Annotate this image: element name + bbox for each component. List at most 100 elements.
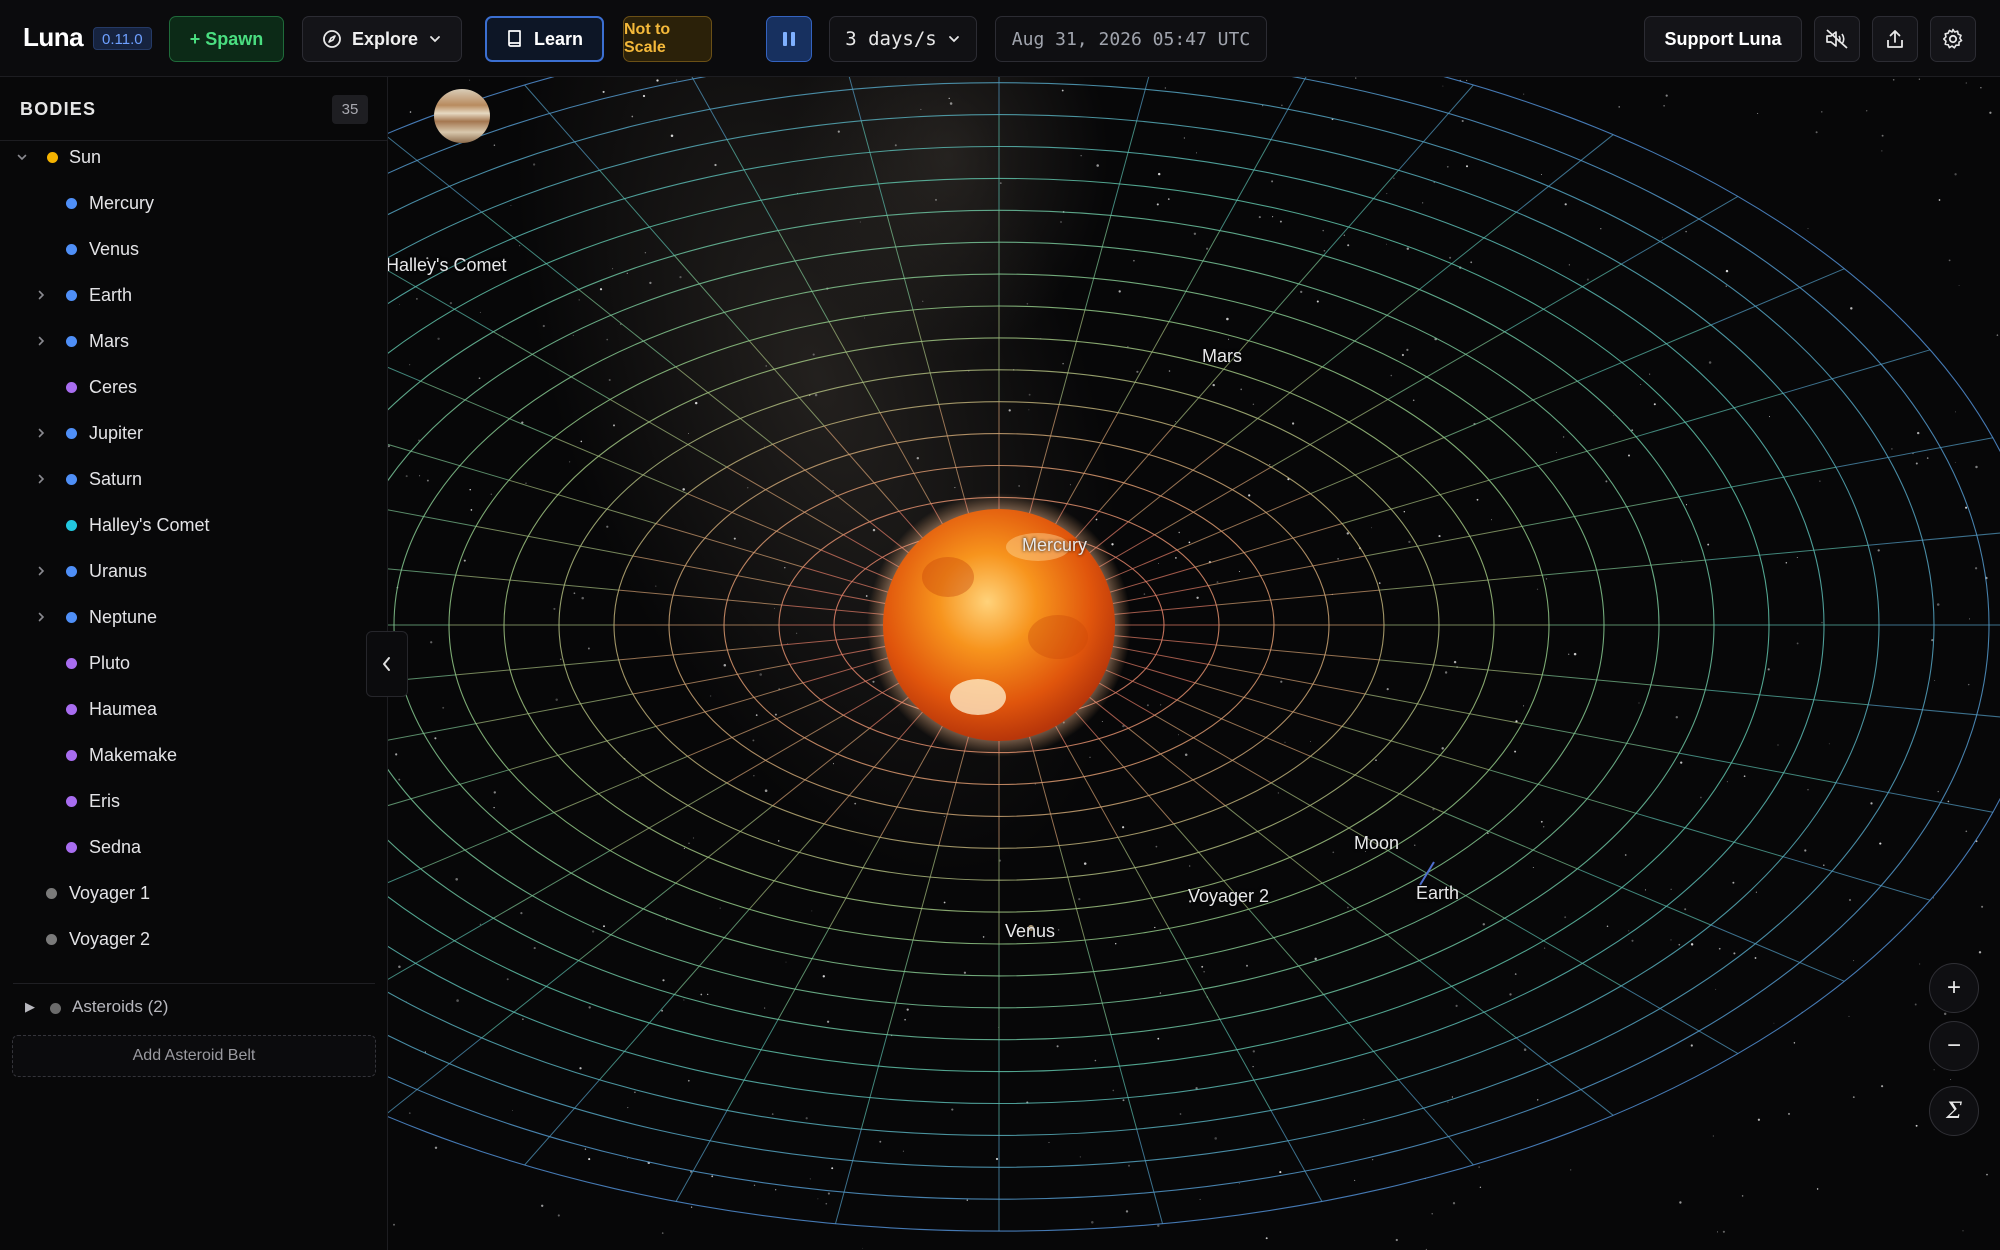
collapse-sidebar-button[interactable] <box>366 631 408 697</box>
solar-system-scene[interactable] <box>388 77 2000 1250</box>
body-color-dot <box>66 658 77 669</box>
tree-row[interactable]: Mercury <box>0 183 388 223</box>
label-earth[interactable]: Earth <box>1416 883 1459 904</box>
share-button[interactable] <box>1872 16 1918 62</box>
share-icon <box>1887 30 1903 48</box>
jupiter-body[interactable] <box>434 89 490 143</box>
gear-icon <box>1943 28 1963 49</box>
support-button[interactable]: Support Luna <box>1644 16 1802 62</box>
body-color-dot <box>66 244 77 255</box>
body-color-dot <box>66 198 77 209</box>
tree-row[interactable]: Neptune <box>0 597 388 637</box>
tree-row[interactable]: Sedna <box>0 827 388 867</box>
body-name: Neptune <box>89 607 158 627</box>
body-color-dot <box>66 428 77 439</box>
book-icon <box>508 30 521 47</box>
asteroids-group[interactable]: ▶ Asteroids (2) <box>0 987 388 1027</box>
speed-select[interactable]: 3 days/s <box>829 16 977 62</box>
tree-row[interactable]: Venus <box>0 229 388 269</box>
body-color-dot <box>66 842 77 853</box>
add-asteroid-belt-button[interactable]: Add Asteroid Belt <box>12 1035 376 1077</box>
zoom-in-button[interactable]: + <box>1929 963 1979 1013</box>
tree-row[interactable]: Haumea <box>0 689 388 729</box>
sun-body[interactable] <box>867 493 1131 757</box>
expand-triangle-icon: ▶ <box>25 999 35 1014</box>
top-toolbar: Luna 0.11.0 + Spawn Explore Learn Not to… <box>0 0 2000 77</box>
zoom-out-button[interactable]: − <box>1929 1021 1979 1071</box>
chevron-down-icon <box>430 36 440 43</box>
sigma-button[interactable]: Σ <box>1929 1086 1979 1136</box>
chevron-right-icon[interactable] <box>34 564 48 578</box>
body-color-dot <box>47 152 58 163</box>
speed-label: 3 days/s <box>845 28 937 50</box>
tree-row[interactable]: Sun <box>0 137 388 177</box>
compass-icon <box>323 30 341 48</box>
tree-row[interactable]: Uranus <box>0 551 388 591</box>
support-label: Support Luna <box>1664 28 1782 49</box>
tree-row[interactable]: Eris <box>0 781 388 821</box>
space-viewport[interactable]: Halley's Comet Mars Mercury Moon Earth V… <box>388 77 2000 1250</box>
learn-label: Learn <box>533 28 584 49</box>
asteroid-dot <box>50 1003 61 1014</box>
label-halleys-comet[interactable]: Halley's Comet <box>388 255 506 276</box>
body-color-dot <box>66 796 77 807</box>
tree-row[interactable]: Pluto <box>0 643 388 683</box>
chevron-right-icon[interactable] <box>34 426 48 440</box>
body-name: Earth <box>89 285 133 305</box>
label-moon[interactable]: Moon <box>1354 833 1399 854</box>
not-to-scale-button[interactable]: Not to Scale <box>623 16 712 62</box>
body-name: Uranus <box>89 561 148 581</box>
chevron-down-icon[interactable] <box>15 150 29 164</box>
body-color-dot <box>46 888 57 899</box>
body-name: Ceres <box>89 377 138 397</box>
label-mars[interactable]: Mars <box>1202 346 1242 367</box>
learn-button[interactable]: Learn <box>485 16 604 62</box>
body-color-dot <box>66 750 77 761</box>
body-name: Mars <box>89 331 129 351</box>
scale-label: Not to Scale <box>624 21 671 56</box>
pause-button[interactable] <box>766 16 812 62</box>
tree-row[interactable]: Earth <box>0 275 388 315</box>
tree-row[interactable]: Saturn <box>0 459 388 499</box>
body-color-dot <box>66 290 77 301</box>
body-name: Jupiter <box>89 423 144 443</box>
speaker-muted-icon <box>1826 29 1848 49</box>
chevron-right-icon[interactable] <box>34 472 48 486</box>
tree-row[interactable]: Jupiter <box>0 413 388 453</box>
explore-button[interactable]: Explore <box>302 16 462 62</box>
body-color-dot <box>66 474 77 485</box>
chevron-left-icon <box>383 657 390 671</box>
mute-button[interactable] <box>1814 16 1860 62</box>
sidebar-title: BODIES <box>20 99 97 119</box>
body-color-dot <box>66 566 77 577</box>
label-venus[interactable]: Venus <box>1005 921 1055 942</box>
settings-button[interactable] <box>1930 16 1976 62</box>
body-name: Voyager 1 <box>69 883 151 903</box>
body-name: Makemake <box>89 745 178 765</box>
body-name: Saturn <box>89 469 143 489</box>
spawn-button[interactable]: + Spawn <box>169 16 284 62</box>
label-mercury[interactable]: Mercury <box>1022 535 1087 556</box>
tree-row[interactable]: Halley's Comet <box>0 505 388 545</box>
tree-row[interactable]: Ceres <box>0 367 388 407</box>
body-name: Mercury <box>89 193 155 213</box>
sidebar-header: BODIES 35 <box>0 77 388 141</box>
version-badge: 0.11.0 <box>93 27 152 50</box>
sidebar-divider <box>13 983 375 984</box>
chevron-right-icon[interactable] <box>34 334 48 348</box>
tree-row[interactable]: Voyager 2 <box>0 919 388 959</box>
simulation-datetime[interactable]: Aug 31, 2026 05:47 UTC <box>995 16 1267 62</box>
pause-icon <box>783 32 795 46</box>
label-voyager-2[interactable]: Voyager 2 <box>1188 886 1269 907</box>
chevron-right-icon[interactable] <box>34 610 48 624</box>
body-name: Halley's Comet <box>89 515 210 535</box>
chevron-right-icon[interactable] <box>34 288 48 302</box>
body-name: Sedna <box>89 837 142 857</box>
asteroids-label: Asteroids (2) <box>72 997 169 1016</box>
tree-row[interactable]: Voyager 1 <box>0 873 388 913</box>
tree-row[interactable]: Mars <box>0 321 388 361</box>
body-color-dot <box>46 934 57 945</box>
body-color-dot <box>66 520 77 531</box>
tree-row[interactable]: Makemake <box>0 735 388 775</box>
body-name: Voyager 2 <box>69 929 151 949</box>
